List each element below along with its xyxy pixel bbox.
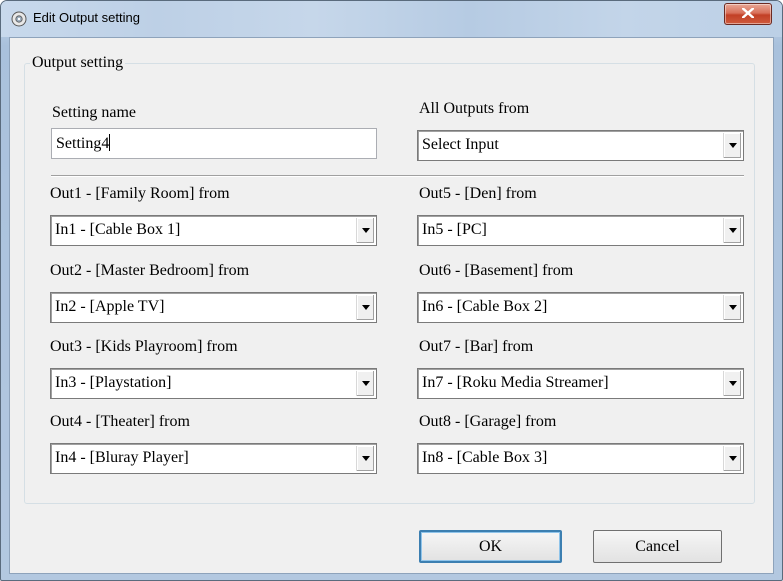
all-outputs-label: All Outputs from [419, 100, 530, 117]
out4-label: Out4 - [Theater] from [50, 413, 190, 430]
out8-select[interactable]: In8 - [Cable Box 3] [417, 443, 744, 474]
chevron-down-icon[interactable] [723, 218, 741, 243]
out1-select[interactable]: In1 - [Cable Box 1] [50, 215, 377, 246]
out4-select[interactable]: In4 - [Bluray Player] [50, 443, 377, 474]
out5-value: In5 - [PC] [422, 221, 487, 238]
cancel-button[interactable]: Cancel [593, 530, 722, 563]
chevron-down-icon[interactable] [356, 446, 374, 471]
out6-select[interactable]: In6 - [Cable Box 2] [417, 292, 744, 323]
close-icon [741, 5, 755, 23]
chevron-down-icon[interactable] [356, 218, 374, 243]
out4-value: In4 - [Bluray Player] [55, 449, 189, 466]
out5-label: Out5 - [Den] from [419, 185, 537, 202]
out5-select[interactable]: In5 - [PC] [417, 215, 744, 246]
dialog-window: Edit Output setting Output setting Setti… [0, 0, 783, 581]
window-title: Edit Output setting [33, 10, 140, 25]
out2-value: In2 - [Apple TV] [55, 298, 165, 315]
out6-label: Out6 - [Basement] from [419, 262, 574, 279]
group-title: Output setting [30, 54, 126, 72]
dialog-body: Output setting Setting name Setting4 All… [9, 37, 774, 574]
ok-button[interactable]: OK [419, 530, 562, 563]
divider [51, 175, 744, 177]
chevron-down-icon[interactable] [356, 295, 374, 320]
chevron-down-icon[interactable] [723, 133, 741, 158]
chevron-down-icon[interactable] [723, 446, 741, 471]
out1-label: Out1 - [Family Room] from [50, 185, 230, 202]
out7-label: Out7 - [Bar] from [419, 338, 534, 355]
close-button[interactable] [724, 3, 772, 25]
out3-select[interactable]: In3 - [Playstation] [50, 368, 377, 399]
chevron-down-icon[interactable] [723, 295, 741, 320]
out7-select[interactable]: In7 - [Roku Media Streamer] [417, 368, 744, 399]
out3-value: In3 - [Playstation] [55, 374, 172, 391]
out1-value: In1 - [Cable Box 1] [55, 221, 181, 238]
out8-label: Out8 - [Garage] from [419, 413, 557, 430]
chevron-down-icon[interactable] [723, 371, 741, 396]
out8-value: In8 - [Cable Box 3] [422, 449, 548, 466]
out6-value: In6 - [Cable Box 2] [422, 298, 548, 315]
chevron-down-icon[interactable] [356, 371, 374, 396]
setting-name-input[interactable]: Setting4 [51, 128, 377, 159]
out2-label: Out2 - [Master Bedroom] from [50, 262, 250, 279]
all-outputs-select[interactable]: Select Input [417, 130, 744, 161]
out7-value: In7 - [Roku Media Streamer] [422, 374, 609, 391]
setting-name-label: Setting name [52, 104, 136, 121]
out3-label: Out3 - [Kids Playroom] from [50, 338, 238, 355]
all-outputs-value: Select Input [422, 136, 499, 153]
text-caret [109, 134, 111, 151]
out2-select[interactable]: In2 - [Apple TV] [50, 292, 377, 323]
app-disc-icon [11, 11, 27, 27]
title-bar[interactable]: Edit Output setting [1, 1, 782, 37]
